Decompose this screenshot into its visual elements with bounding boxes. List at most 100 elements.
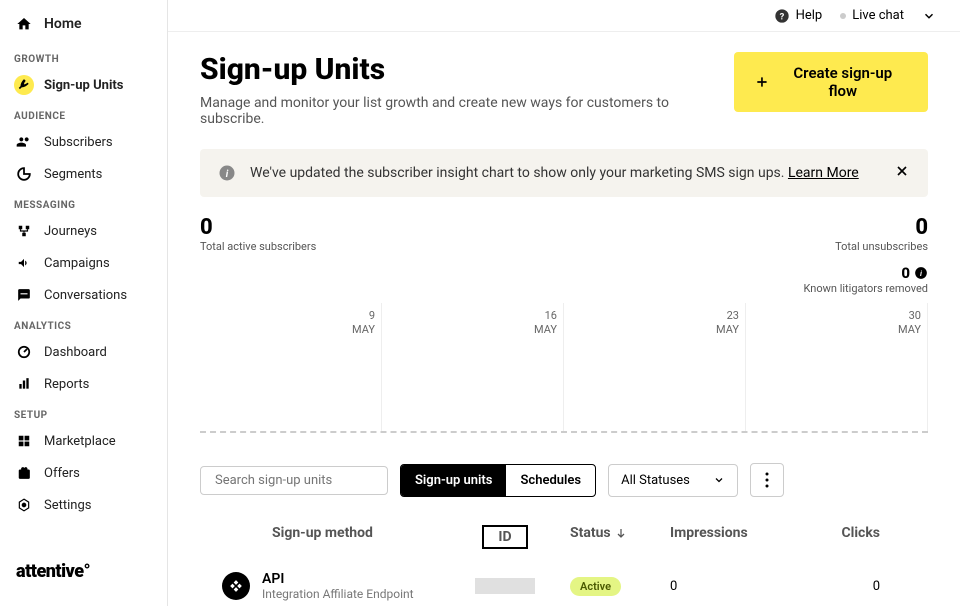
content-area: Sign-up Units Manage and monitor your li… [168, 32, 960, 606]
sidebar-item-conversations[interactable]: Conversations [0, 279, 167, 311]
sidebar-item-offers[interactable]: Offers [0, 457, 167, 489]
chevron-down-icon [713, 474, 725, 486]
tab-schedules[interactable]: Schedules [506, 465, 595, 496]
page-subtitle: Manage and monitor your list growth and … [200, 95, 734, 127]
dashboard-label: Dashboard [44, 345, 107, 360]
page-header: Sign-up Units Manage and monitor your li… [200, 52, 928, 127]
conversations-label: Conversations [44, 288, 127, 303]
table-header: Sign-up method ID Status Impressions Cli… [200, 517, 928, 557]
header-clicks[interactable]: Clicks [790, 525, 880, 549]
dropdown-toggle[interactable] [922, 9, 936, 23]
chart-date: 16MAY [534, 309, 557, 338]
sidebar-item-reports[interactable]: Reports [0, 368, 167, 400]
section-setup: SETUP [0, 400, 167, 425]
reports-icon [14, 374, 34, 394]
subscribers-label: Subscribers [44, 135, 113, 150]
marketplace-label: Marketplace [44, 434, 116, 449]
help-icon: ? [774, 8, 790, 24]
chart-date: 30MAY [898, 309, 921, 338]
stats-row: 0 Total active subscribers 0 Total unsub… [200, 215, 928, 253]
header-method[interactable]: Sign-up method [200, 525, 460, 549]
chart-col: 9MAY [200, 303, 382, 433]
stats-row-2: 0 i Known litigators removed [200, 263, 928, 295]
status-badge: Active [570, 577, 621, 596]
sidebar-item-campaigns[interactable]: Campaigns [0, 247, 167, 279]
status-filter-select[interactable]: All Statuses [608, 464, 738, 497]
table-row[interactable]: API Integration Affiliate Endpoint Activ… [200, 557, 928, 606]
offers-label: Offers [44, 466, 80, 481]
method-title: API [262, 571, 414, 587]
info-icon[interactable]: i [914, 266, 928, 280]
banner-text: We've updated the subscriber insight cha… [250, 165, 859, 181]
sidebar-item-dashboard[interactable]: Dashboard [0, 336, 167, 368]
campaigns-label: Campaigns [44, 256, 110, 271]
section-audience: AUDIENCE [0, 101, 167, 126]
subscriber-chart: 9MAY 16MAY 23MAY 30MAY [200, 303, 928, 433]
sidebar-item-signup-units[interactable]: Sign-up Units [0, 69, 167, 101]
live-chat-link[interactable]: Live chat [840, 8, 904, 23]
chart-col: 30MAY [746, 303, 928, 433]
plus-icon [754, 74, 770, 90]
people-icon [14, 132, 34, 152]
sidebar-item-segments[interactable]: Segments [0, 158, 167, 190]
more-options-button[interactable] [750, 463, 784, 497]
banner-learn-more-link[interactable]: Learn More [788, 165, 859, 181]
segments-label: Segments [44, 167, 102, 182]
id-redacted [475, 578, 535, 594]
stat-active-subscribers: 0 Total active subscribers [200, 215, 316, 253]
active-label: Total active subscribers [200, 240, 316, 253]
chevron-down-icon [922, 9, 936, 23]
row-clicks: 0 [790, 579, 880, 594]
close-icon [894, 163, 910, 179]
header-status[interactable]: Status [550, 525, 670, 549]
method-subtitle: Integration Affiliate Endpoint [262, 587, 414, 601]
info-icon: i [218, 164, 236, 182]
row-id [460, 578, 550, 594]
settings-label: Settings [44, 498, 91, 513]
main-content: ? Help Live chat Sign-up Units Manage an… [168, 0, 960, 606]
view-tabs: Sign-up units Schedules [400, 464, 596, 497]
sidebar-item-journeys[interactable]: Journeys [0, 215, 167, 247]
rocket-icon [14, 75, 34, 95]
controls-row: Sign-up units Schedules All Statuses [200, 463, 928, 497]
home-icon [14, 14, 34, 34]
row-impressions: 0 [670, 579, 790, 594]
sidebar: Home GROWTH Sign-up Units AUDIENCE Subsc… [0, 0, 168, 606]
settings-icon [14, 495, 34, 515]
sidebar-item-settings[interactable]: Settings [0, 489, 167, 521]
banner-close-button[interactable] [894, 163, 910, 183]
header-id[interactable]: ID [460, 525, 550, 549]
topbar: ? Help Live chat [168, 0, 960, 32]
dots-vertical-icon [765, 472, 769, 488]
header-impressions[interactable]: Impressions [670, 525, 790, 549]
active-val: 0 [200, 215, 316, 240]
chart-col: 23MAY [564, 303, 746, 433]
row-status: Active [550, 579, 670, 594]
help-link[interactable]: ? Help [774, 8, 823, 24]
arrow-down-icon [615, 527, 627, 539]
sidebar-item-subscribers[interactable]: Subscribers [0, 126, 167, 158]
journeys-label: Journeys [44, 224, 97, 239]
chart-baseline [200, 431, 928, 433]
tab-signup-units[interactable]: Sign-up units [401, 465, 506, 496]
chart-date: 9MAY [352, 309, 375, 338]
search-box[interactable] [200, 466, 388, 495]
section-messaging: MESSAGING [0, 190, 167, 215]
create-button-label: Create sign-up flow [778, 64, 908, 100]
help-label: Help [796, 8, 823, 23]
chart-date: 23MAY [716, 309, 739, 338]
brand-logo: attentive° [16, 561, 90, 582]
live-chat-label: Live chat [852, 8, 904, 23]
sidebar-item-marketplace[interactable]: Marketplace [0, 425, 167, 457]
sidebar-item-home[interactable]: Home [0, 8, 167, 44]
create-signup-flow-button[interactable]: Create sign-up flow [734, 52, 928, 112]
unsub-val: 0 [835, 215, 928, 240]
info-banner: i We've updated the subscriber insight c… [200, 149, 928, 197]
status-dot-icon [840, 13, 846, 19]
svg-text:?: ? [779, 11, 784, 22]
signup-units-label: Sign-up Units [44, 78, 123, 93]
unsub-label: Total unsubscribes [835, 240, 928, 253]
status-filter-label: All Statuses [621, 473, 690, 488]
search-input[interactable] [215, 473, 381, 488]
journeys-icon [14, 221, 34, 241]
